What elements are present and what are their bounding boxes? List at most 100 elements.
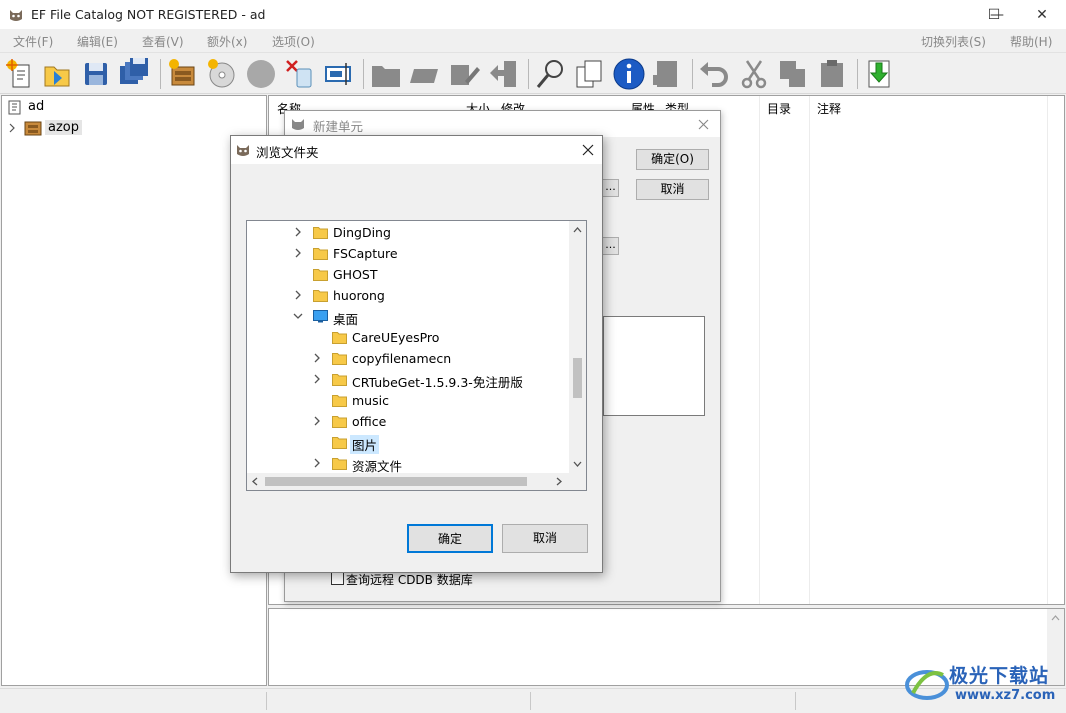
menu-toggle-list[interactable]: 切换列表(S): [921, 33, 986, 50]
folder-icon: [332, 332, 347, 344]
edit-icon[interactable]: [447, 57, 481, 91]
save-all-icon[interactable]: [117, 57, 151, 91]
scroll-up-arrow-icon[interactable]: [573, 227, 582, 233]
new-unit-icon[interactable]: [166, 57, 200, 91]
catalog-icon: [8, 100, 21, 115]
download-icon[interactable]: [863, 57, 897, 91]
browse-button-2[interactable]: ...: [602, 237, 619, 255]
vertical-scrollbar[interactable]: [569, 221, 586, 473]
scroll-up-arrow-icon[interactable]: [1051, 615, 1060, 621]
open-icon[interactable]: [40, 57, 74, 91]
watermark-name: 极光下载站: [949, 665, 1050, 687]
menu-options[interactable]: 选项(O): [272, 33, 315, 50]
export-icon[interactable]: [651, 57, 685, 91]
tree-root[interactable]: ad: [2, 97, 266, 117]
menu-edit[interactable]: 编辑(E): [77, 33, 118, 50]
folder-item[interactable]: GHOST: [247, 264, 569, 285]
folder-item[interactable]: FSCapture: [247, 243, 569, 264]
horizontal-scrollbar[interactable]: [247, 473, 569, 490]
tree-child[interactable]: azop: [2, 118, 266, 138]
menu-help[interactable]: 帮助(H): [1010, 33, 1052, 50]
folder-item[interactable]: 资源文件: [247, 453, 569, 474]
vertical-scroll-thumb[interactable]: [573, 358, 582, 398]
find-icon[interactable]: [534, 57, 568, 91]
copy-doc-icon[interactable]: [573, 57, 607, 91]
browse-ok-button[interactable]: 确定: [407, 524, 493, 553]
folder-item[interactable]: music: [247, 390, 569, 411]
folder-label: copyfilenamecn: [352, 351, 452, 366]
folder-label: FSCapture: [333, 246, 398, 261]
folder-icon: [313, 269, 328, 281]
info-icon[interactable]: [612, 57, 646, 91]
cd-icon[interactable]: [205, 57, 239, 91]
browse-cancel-button[interactable]: 取消: [502, 524, 588, 553]
delete-unit-icon[interactable]: [283, 57, 317, 91]
chevron-right-icon[interactable]: [293, 247, 303, 259]
scroll-down-arrow-icon[interactable]: [573, 461, 582, 467]
close-icon[interactable]: [582, 144, 594, 156]
menu-extra[interactable]: 额外(x): [207, 33, 247, 50]
folder-gray-icon[interactable]: [369, 57, 403, 91]
folder-label: GHOST: [333, 267, 378, 282]
horizontal-scroll-thumb[interactable]: [265, 477, 527, 486]
chevron-right-icon[interactable]: [312, 415, 322, 427]
chevron-right-icon[interactable]: [312, 457, 322, 469]
new-unit-cancel-button[interactable]: 取消: [636, 179, 709, 200]
folder-item[interactable]: office: [247, 411, 569, 432]
cddb-checkbox-label: 查询远程 CDDB 数据库: [346, 573, 473, 587]
close-button[interactable]: ✕: [1019, 0, 1065, 30]
scroll-right-arrow-icon[interactable]: [556, 477, 562, 486]
menu-file[interactable]: 文件(F): [13, 33, 53, 50]
col-comment[interactable]: 注释: [817, 100, 841, 117]
rename-icon[interactable]: [408, 57, 442, 91]
folder-label: huorong: [333, 288, 385, 303]
app-cat-icon: [237, 145, 249, 156]
folder-label: DingDing: [333, 225, 391, 240]
move-icon[interactable]: [486, 57, 520, 91]
chevron-right-icon[interactable]: [8, 123, 16, 133]
new-unit-dialog-title: 新建单元: [313, 119, 364, 134]
cut-icon[interactable]: [737, 57, 771, 91]
window-title: EF File Catalog NOT REGISTERED - ad: [31, 7, 266, 22]
folder-label: 桌面: [333, 312, 359, 327]
chevron-down-icon[interactable]: [293, 310, 303, 322]
folder-item[interactable]: DingDing: [247, 222, 569, 243]
folder-label: office: [352, 414, 387, 429]
folder-item-selected[interactable]: 图片: [247, 432, 569, 454]
watermark-url: www.xz7.com: [955, 688, 1056, 703]
scroll-left-arrow-icon[interactable]: [252, 477, 258, 486]
title-bar: EF File Catalog NOT REGISTERED - ad —: [0, 0, 1066, 30]
folder-icon: [313, 227, 328, 239]
folder-item[interactable]: 桌面: [247, 306, 569, 327]
chevron-right-icon[interactable]: [293, 289, 303, 301]
chevron-right-icon[interactable]: [312, 352, 322, 364]
new-catalog-icon[interactable]: [3, 57, 37, 91]
save-icon[interactable]: [79, 57, 113, 91]
watermark-logo: 极光下载站 www.xz7.com: [905, 660, 1063, 710]
chevron-right-icon[interactable]: [312, 373, 322, 385]
folder-tree[interactable]: DingDing FSCapture GHOST huorong 桌面 CareUEyes…: [246, 220, 587, 491]
chevron-right-icon[interactable]: [293, 226, 303, 238]
maximize-button[interactable]: ☐: [971, 0, 1017, 30]
folder-item[interactable]: huorong: [247, 285, 569, 306]
folder-item[interactable]: CRTubeGet-1.5.9.3-免注册版: [247, 369, 569, 390]
undo-icon[interactable]: [698, 57, 732, 91]
folder-label: music: [352, 393, 389, 408]
toolbar: [0, 52, 1066, 94]
browse-dialog-titlebar: 浏览文件夹: [231, 136, 602, 164]
disc-icon[interactable]: [244, 57, 278, 91]
folder-icon: [332, 395, 347, 407]
watermark-logo-icon: [905, 670, 949, 700]
paste-icon[interactable]: [815, 57, 849, 91]
browse-button-1[interactable]: ...: [602, 179, 619, 197]
scan-icon[interactable]: [322, 57, 356, 91]
cddb-checkbox[interactable]: [331, 572, 344, 585]
menu-view[interactable]: 查看(V): [142, 33, 184, 50]
close-icon[interactable]: [698, 119, 709, 130]
folder-item[interactable]: copyfilenamecn: [247, 348, 569, 369]
folder-item[interactable]: CareUEyesPro: [247, 327, 569, 348]
new-unit-ok-button[interactable]: 确定(O): [636, 149, 709, 170]
copy-icon[interactable]: [776, 57, 810, 91]
catalog-tree[interactable]: ad azop: [1, 95, 267, 686]
col-directory[interactable]: 目录: [767, 100, 791, 117]
